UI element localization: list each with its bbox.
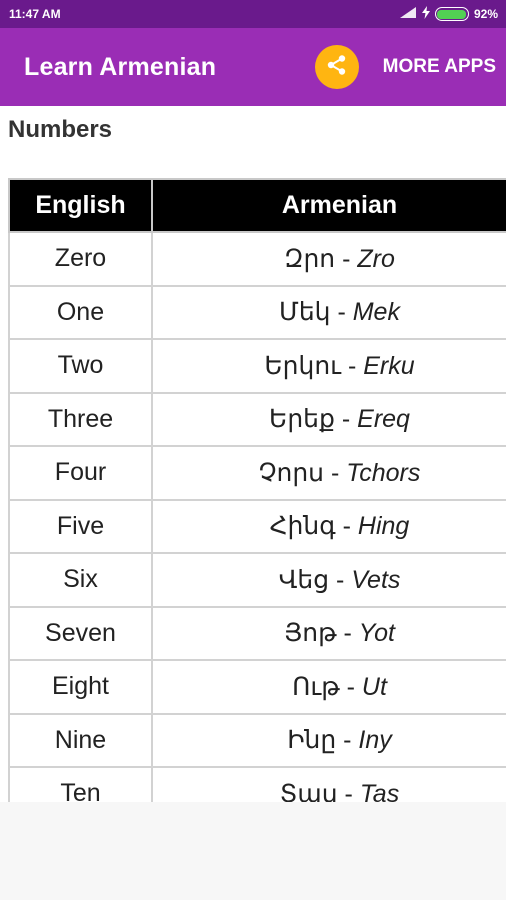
transliteration: Zro <box>357 244 395 273</box>
table-row: Nine Ինը - Iny <box>8 712 506 768</box>
armenian-word: Զրո <box>284 244 336 273</box>
header-english: English <box>8 178 153 233</box>
english-cell: Nine <box>8 712 153 768</box>
transliteration: Vets <box>351 565 401 594</box>
transliteration: Erku <box>363 351 415 380</box>
status-icons: 92% <box>399 6 498 22</box>
armenian-cell: Երեք - Ereq <box>151 391 506 447</box>
english-cell: Two <box>8 338 153 394</box>
armenian-word: Չորս <box>258 458 325 487</box>
table-row: Five Հինգ - Hing <box>8 498 506 554</box>
table-header-row: English Armenian <box>8 178 506 233</box>
table-row: Four Չորս - Tchors <box>8 445 506 501</box>
share-icon <box>326 54 348 81</box>
armenian-word: Երկու <box>264 351 342 380</box>
table-row: Three Երեք - Ereq <box>8 391 506 447</box>
english-cell: Four <box>8 445 153 501</box>
armenian-word: Յոթ <box>284 619 337 648</box>
section-title: Numbers <box>8 116 113 143</box>
armenian-word: Ինը <box>287 726 337 755</box>
armenian-cell: Ինը - Iny <box>151 712 506 768</box>
table-row: Six Վեց - Vets <box>8 552 506 608</box>
status-time: 11:47 AM <box>9 7 61 21</box>
armenian-cell: Հինգ - Hing <box>151 498 506 554</box>
armenian-word: Երեք <box>269 405 335 434</box>
english-cell: Zero <box>8 231 153 287</box>
transliteration: Ut <box>361 672 387 701</box>
armenian-word: Տաս <box>279 779 338 802</box>
status-bar: 11:47 AM 92% <box>0 0 506 28</box>
english-cell: Eight <box>8 659 153 715</box>
transliteration: Yot <box>358 619 395 648</box>
table-row: Eight Ութ - Ut <box>8 659 506 715</box>
english-cell: Ten <box>8 766 153 802</box>
armenian-word: Հինգ <box>269 512 336 541</box>
transliteration: Hing <box>357 512 410 541</box>
share-button[interactable] <box>314 45 359 89</box>
transliteration: Tchors <box>346 458 421 487</box>
armenian-cell: Զրո - Zro <box>151 231 506 287</box>
armenian-word: Ութ <box>292 672 340 701</box>
english-cell: Seven <box>8 605 153 661</box>
armenian-cell: Վեց - Vets <box>151 552 506 608</box>
table-row: One Մեկ - Mek <box>8 284 506 340</box>
app-bar: Learn Armenian MORE APPS <box>0 28 506 106</box>
battery-icon <box>434 7 469 21</box>
english-cell: One <box>8 284 153 340</box>
armenian-cell: Մեկ - Mek <box>151 284 506 340</box>
armenian-cell: Չորս - Tchors <box>151 445 506 501</box>
table-row: Seven Յոթ - Yot <box>8 605 506 661</box>
content-area[interactable]: Numbers English Armenian Zero Զրո - Zro On… <box>0 106 506 802</box>
transliteration: Tas <box>359 779 400 802</box>
bottom-empty-area <box>0 802 506 900</box>
app-title: Learn Armenian <box>24 52 217 81</box>
more-apps-button[interactable]: MORE APPS <box>383 56 496 78</box>
armenian-cell: Յոթ - Yot <box>151 605 506 661</box>
transliteration: Mek <box>352 298 400 327</box>
english-cell: Six <box>8 552 153 608</box>
armenian-word: Մեկ <box>279 298 331 327</box>
numbers-table: English Armenian Zero Զրո - Zro One Մեկ - M… <box>8 178 506 802</box>
signal-icon <box>399 6 417 22</box>
english-cell: Three <box>8 391 153 447</box>
armenian-cell: Ութ - Ut <box>151 659 506 715</box>
armenian-cell: Երկու - Erku <box>151 338 506 394</box>
table-row: Two Երկու - Erku <box>8 338 506 394</box>
transliteration: Ereq <box>357 405 410 434</box>
transliteration: Iny <box>358 726 392 755</box>
header-armenian: Armenian <box>151 178 506 233</box>
charging-icon <box>421 6 430 22</box>
armenian-word: Վեց <box>278 565 330 594</box>
table-row: Zero Զրո - Zro <box>8 231 506 287</box>
table-row: Ten Տաս - Tas <box>8 766 506 802</box>
armenian-cell: Տաս - Tas <box>151 766 506 802</box>
english-cell: Five <box>8 498 153 554</box>
battery-percent: 92% <box>473 7 498 21</box>
